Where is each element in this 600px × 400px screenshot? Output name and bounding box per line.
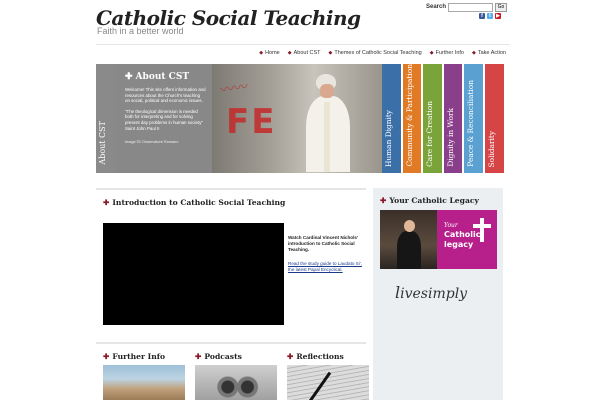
theme-tab-label: Solidarity [486,130,496,167]
about-side-tab[interactable]: About CST [96,64,116,173]
legacy-graphic-legacy: legacy [444,240,474,249]
reflections-heading-text: Reflections [296,352,344,361]
theme-tab-dignity-in-work[interactable]: Dignity in Work [443,64,463,173]
further-info-feature[interactable]: ✚ Further Info [103,352,185,400]
nav-item-label: Themes of Catholic Social Teaching [334,50,422,56]
hero-slider: About CST ✚ About CST Welcome! This site … [96,64,506,173]
twitter-icon[interactable]: t [487,13,493,19]
about-intro-text: Welcome! This site offers information an… [125,87,206,104]
nav-item-label: Further Info [435,50,464,56]
reflections-image [287,365,369,400]
hero-photo-pope-at-wall: 〰〰 FE [212,64,382,173]
main-nav-bar: ◆ Home ◆ About CST ◆ Themes of Catholic Soc… [96,44,510,62]
theme-tab-label: Community & Participation [404,64,414,167]
theme-tabs: Human Dignity Community & Participation … [382,64,504,173]
nav-item-about[interactable]: ◆ About CST [288,50,321,56]
graffiti-text: FE [226,102,277,142]
nav-item-further-info[interactable]: ◆ Further Info [430,50,464,56]
pope-figure [304,72,354,172]
intro-video-player[interactable] [103,223,284,325]
podcasts-heading-text: Podcasts [204,352,242,361]
catholic-legacy-banner[interactable]: Your Catholic legacy [380,210,497,269]
plus-icon: ✚ [103,352,110,361]
about-heading: ✚ About CST [125,72,206,82]
sidebar-legacy: ✚ Your Catholic Legacy Your Catholic lega… [373,188,503,400]
laudato-si-study-guide-link[interactable]: Read the study guide to Laudato Si', the… [288,261,368,273]
legacy-heading: ✚ Your Catholic Legacy [380,196,479,205]
cardinal-body [397,231,421,269]
nav-item-label: Take Action [477,50,506,56]
intro-section: ✚ Introduction to Catholic Social Teachin… [96,188,366,334]
about-panel: ✚ About CST Welcome! This site offers inf… [116,64,212,173]
theme-tab-label: Dignity in Work [445,108,455,167]
theme-tab-label: Peace & Reconciliation [466,80,476,167]
livesimply-main: ivesimply [400,286,468,302]
plus-icon: ✚ [103,198,110,207]
nav-item-label: Home [265,50,280,56]
about-heading-text: About CST [135,72,190,82]
podcasts-image [195,365,277,400]
cardinal-photo [380,210,437,269]
plus-icon: ✚ [380,196,387,205]
pope-face [320,84,334,98]
nav-item-take-action[interactable]: ◆ Take Action [472,50,506,56]
further-info-image [103,365,185,400]
theme-tab-care-for-creation[interactable]: Care for Creation [423,64,442,173]
facebook-icon[interactable]: f [479,13,485,19]
nav-item-label: About CST [293,50,321,56]
catholic-legacy-graphic: Your Catholic legacy [437,210,497,269]
reflections-feature[interactable]: ✚ Reflections [287,352,369,400]
theme-tab-peace-reconciliation[interactable]: Peace & Reconciliation [464,64,483,173]
podcasts-heading: ✚ Podcasts [195,352,277,361]
further-info-heading-text: Further Info [112,352,166,361]
bottom-features: ✚ Further Info ✚ Podcasts ✚ Reflections [96,342,369,400]
nav-item-themes[interactable]: ◆ Themes of Catholic Social Teaching [329,50,422,56]
site-header: Catholic Social Teaching Faith in a bett… [0,0,600,44]
podcasts-feature[interactable]: ✚ Podcasts [195,352,277,400]
main-nav: ◆ Home ◆ About CST ◆ Themes of Catholic Soc… [259,50,506,56]
intro-heading-text: Introduction to Catholic Social Teaching [112,198,286,207]
theme-tab-community-participation[interactable]: Community & Participation [402,64,422,173]
diamond-bullet-icon: ◆ [328,50,333,56]
youtube-icon[interactable]: ▶ [495,13,501,19]
cross-icon [473,218,491,242]
image-credit: Image ©L'Osservatore Romano [125,140,179,145]
theme-tab-label: Care for Creation [425,101,435,167]
site-tagline: Faith in a better world [97,26,184,36]
search-label: Search [426,4,447,10]
graffiti-scribble: 〰〰 [219,79,250,99]
theme-tab-human-dignity[interactable]: Human Dignity [382,64,401,173]
search-input[interactable] [448,2,494,12]
further-info-heading: ✚ Further Info [103,352,185,361]
legacy-heading-text: Your Catholic Legacy [389,196,479,205]
social-links: f t ▶ [479,13,501,19]
about-quote: "The theological dimension is needed bot… [125,108,203,131]
search-go-button[interactable]: Go [495,2,508,12]
pope-sash [324,102,330,172]
diamond-bullet-icon: ◆ [472,50,476,56]
legacy-graphic-your: Your [444,222,458,229]
reflections-heading: ✚ Reflections [287,352,369,361]
search-form: Search Go [426,2,508,12]
cardinal-head [404,220,415,232]
theme-tab-solidarity[interactable]: Solidarity [484,64,504,173]
livesimply-logo[interactable]: livesimply [395,283,467,302]
diamond-bullet-icon: ◆ [287,50,292,56]
plus-icon: ✚ [125,72,133,82]
intro-heading: ✚ Introduction to Catholic Social Teachin… [103,198,293,207]
diamond-bullet-icon: ◆ [259,50,264,56]
theme-tab-label: Human Dignity [384,109,393,167]
nav-item-home[interactable]: ◆ Home [259,50,280,56]
about-side-label: About CST [98,121,107,165]
video-caption: Watch Cardinal Vincent Nichols' introduc… [288,235,359,252]
diamond-bullet-icon: ◆ [429,50,434,56]
cardinal-figure [397,220,421,269]
plus-icon: ✚ [287,352,294,361]
plus-icon: ✚ [195,352,202,361]
